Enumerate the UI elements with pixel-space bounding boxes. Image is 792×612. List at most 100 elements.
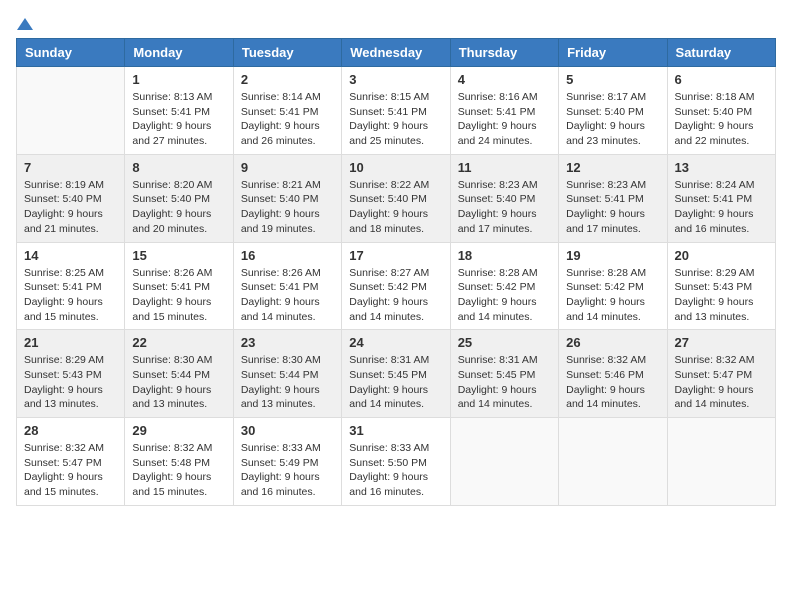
day-info: Sunrise: 8:31 AM Sunset: 5:45 PM Dayligh… [349,353,442,412]
calendar-day-cell: 22 Sunrise: 8:30 AM Sunset: 5:44 PM Dayli… [125,330,233,418]
day-info: Sunrise: 8:26 AM Sunset: 5:41 PM Dayligh… [241,266,334,325]
day-info: Sunrise: 8:24 AM Sunset: 5:41 PM Dayligh… [675,178,768,237]
calendar-day-cell: 18 Sunrise: 8:28 AM Sunset: 5:42 PM Dayli… [450,242,558,330]
day-info: Sunrise: 8:20 AM Sunset: 5:40 PM Dayligh… [132,178,225,237]
day-number: 29 [132,423,225,438]
calendar-header-row: SundayMondayTuesdayWednesdayThursdayFrid… [17,39,776,67]
day-info: Sunrise: 8:32 AM Sunset: 5:48 PM Dayligh… [132,441,225,500]
logo [16,16,33,28]
day-number: 25 [458,335,551,350]
day-number: 15 [132,248,225,263]
calendar-day-cell: 26 Sunrise: 8:32 AM Sunset: 5:46 PM Dayli… [559,330,667,418]
calendar-day-cell [559,418,667,506]
day-info: Sunrise: 8:32 AM Sunset: 5:47 PM Dayligh… [675,353,768,412]
day-number: 16 [241,248,334,263]
day-info: Sunrise: 8:27 AM Sunset: 5:42 PM Dayligh… [349,266,442,325]
day-number: 9 [241,160,334,175]
calendar-day-cell: 16 Sunrise: 8:26 AM Sunset: 5:41 PM Dayli… [233,242,341,330]
day-number: 27 [675,335,768,350]
day-info: Sunrise: 8:17 AM Sunset: 5:40 PM Dayligh… [566,90,659,149]
calendar-day-cell [450,418,558,506]
day-number: 28 [24,423,117,438]
calendar-week-row: 21 Sunrise: 8:29 AM Sunset: 5:43 PM Dayli… [17,330,776,418]
calendar-day-cell: 3 Sunrise: 8:15 AM Sunset: 5:41 PM Daylig… [342,67,450,155]
calendar-day-cell: 15 Sunrise: 8:26 AM Sunset: 5:41 PM Dayli… [125,242,233,330]
day-number: 23 [241,335,334,350]
day-number: 2 [241,72,334,87]
day-number: 13 [675,160,768,175]
calendar-week-row: 7Sunrise: 8:19 AM Sunset: 5:40 PM Daylig… [17,154,776,242]
calendar-day-cell: 21 Sunrise: 8:29 AM Sunset: 5:43 PM Dayli… [17,330,125,418]
calendar-week-row: 28 Sunrise: 8:32 AM Sunset: 5:47 PM Dayli… [17,418,776,506]
day-number: 1 [132,72,225,87]
calendar-day-cell: 14Sunrise: 8:25 AM Sunset: 5:41 PM Dayli… [17,242,125,330]
day-number: 8 [132,160,225,175]
calendar-day-cell: 7Sunrise: 8:19 AM Sunset: 5:40 PM Daylig… [17,154,125,242]
calendar-day-cell: 8 Sunrise: 8:20 AM Sunset: 5:40 PM Daylig… [125,154,233,242]
calendar-day-cell: 29 Sunrise: 8:32 AM Sunset: 5:48 PM Dayli… [125,418,233,506]
calendar-day-cell: 31 Sunrise: 8:33 AM Sunset: 5:50 PM Dayli… [342,418,450,506]
calendar-day-cell: 23Sunrise: 8:30 AM Sunset: 5:44 PM Dayli… [233,330,341,418]
day-number: 10 [349,160,442,175]
day-info: Sunrise: 8:21 AM Sunset: 5:40 PM Dayligh… [241,178,334,237]
weekday-header-monday: Monday [125,39,233,67]
calendar-day-cell: 20Sunrise: 8:29 AM Sunset: 5:43 PM Dayli… [667,242,775,330]
day-number: 30 [241,423,334,438]
calendar-day-cell: 19 Sunrise: 8:28 AM Sunset: 5:42 PM Dayli… [559,242,667,330]
weekday-header-sunday: Sunday [17,39,125,67]
day-info: Sunrise: 8:23 AM Sunset: 5:40 PM Dayligh… [458,178,551,237]
day-number: 3 [349,72,442,87]
weekday-header-thursday: Thursday [450,39,558,67]
day-info: Sunrise: 8:33 AM Sunset: 5:49 PM Dayligh… [241,441,334,500]
day-number: 21 [24,335,117,350]
day-number: 24 [349,335,442,350]
day-number: 18 [458,248,551,263]
calendar-day-cell: 25Sunrise: 8:31 AM Sunset: 5:45 PM Dayli… [450,330,558,418]
day-number: 26 [566,335,659,350]
day-info: Sunrise: 8:15 AM Sunset: 5:41 PM Dayligh… [349,90,442,149]
day-info: Sunrise: 8:28 AM Sunset: 5:42 PM Dayligh… [566,266,659,325]
calendar-day-cell: 9 Sunrise: 8:21 AM Sunset: 5:40 PM Daylig… [233,154,341,242]
calendar-day-cell: 24 Sunrise: 8:31 AM Sunset: 5:45 PM Dayli… [342,330,450,418]
day-number: 12 [566,160,659,175]
calendar-day-cell: 11 Sunrise: 8:23 AM Sunset: 5:40 PM Dayli… [450,154,558,242]
day-info: Sunrise: 8:33 AM Sunset: 5:50 PM Dayligh… [349,441,442,500]
calendar-day-cell: 28 Sunrise: 8:32 AM Sunset: 5:47 PM Dayli… [17,418,125,506]
calendar-day-cell: 13 Sunrise: 8:24 AM Sunset: 5:41 PM Dayli… [667,154,775,242]
day-number: 17 [349,248,442,263]
calendar-day-cell: 12 Sunrise: 8:23 AM Sunset: 5:41 PM Dayli… [559,154,667,242]
calendar-day-cell: 4 Sunrise: 8:16 AM Sunset: 5:41 PM Daylig… [450,67,558,155]
day-number: 31 [349,423,442,438]
day-info: Sunrise: 8:13 AM Sunset: 5:41 PM Dayligh… [132,90,225,149]
day-number: 5 [566,72,659,87]
page-header [16,16,776,28]
calendar-day-cell: 30 Sunrise: 8:33 AM Sunset: 5:49 PM Dayli… [233,418,341,506]
calendar-day-cell: 5 Sunrise: 8:17 AM Sunset: 5:40 PM Daylig… [559,67,667,155]
day-number: 19 [566,248,659,263]
day-number: 11 [458,160,551,175]
calendar-day-cell: 10 Sunrise: 8:22 AM Sunset: 5:40 PM Dayli… [342,154,450,242]
calendar-day-cell: 2Sunrise: 8:14 AM Sunset: 5:41 PM Daylig… [233,67,341,155]
day-info: Sunrise: 8:26 AM Sunset: 5:41 PM Dayligh… [132,266,225,325]
day-info: Sunrise: 8:32 AM Sunset: 5:47 PM Dayligh… [24,441,117,500]
day-info: Sunrise: 8:25 AM Sunset: 5:41 PM Dayligh… [24,266,117,325]
day-info: Sunrise: 8:22 AM Sunset: 5:40 PM Dayligh… [349,178,442,237]
day-info: Sunrise: 8:30 AM Sunset: 5:44 PM Dayligh… [132,353,225,412]
day-info: Sunrise: 8:29 AM Sunset: 5:43 PM Dayligh… [24,353,117,412]
calendar-week-row: 14Sunrise: 8:25 AM Sunset: 5:41 PM Dayli… [17,242,776,330]
day-number: 6 [675,72,768,87]
day-info: Sunrise: 8:32 AM Sunset: 5:46 PM Dayligh… [566,353,659,412]
calendar-day-cell [17,67,125,155]
calendar-day-cell: 6 Sunrise: 8:18 AM Sunset: 5:40 PM Daylig… [667,67,775,155]
calendar-day-cell: 27 Sunrise: 8:32 AM Sunset: 5:47 PM Dayli… [667,330,775,418]
day-number: 4 [458,72,551,87]
calendar-day-cell: 17 Sunrise: 8:27 AM Sunset: 5:42 PM Dayli… [342,242,450,330]
day-info: Sunrise: 8:23 AM Sunset: 5:41 PM Dayligh… [566,178,659,237]
day-info: Sunrise: 8:19 AM Sunset: 5:40 PM Dayligh… [24,178,117,237]
day-info: Sunrise: 8:16 AM Sunset: 5:41 PM Dayligh… [458,90,551,149]
day-info: Sunrise: 8:28 AM Sunset: 5:42 PM Dayligh… [458,266,551,325]
calendar-table: SundayMondayTuesdayWednesdayThursdayFrid… [16,38,776,506]
day-info: Sunrise: 8:18 AM Sunset: 5:40 PM Dayligh… [675,90,768,149]
day-number: 22 [132,335,225,350]
logo-bird-icon [17,16,33,32]
